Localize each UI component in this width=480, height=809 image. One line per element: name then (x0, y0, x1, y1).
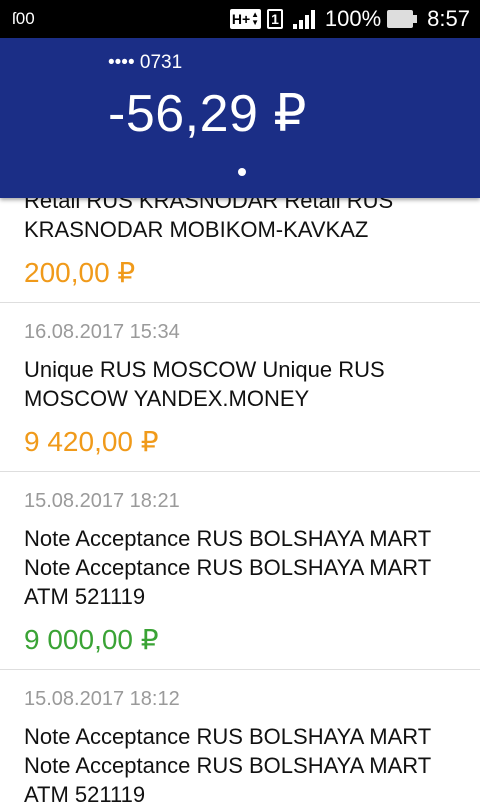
transaction-date: 15.08.2017 18:12 (24, 688, 180, 710)
balance-amount: -56,29 ₽ (108, 85, 307, 143)
sim-slot-label: 1 (271, 11, 279, 27)
page-indicator-dot[interactable] (238, 168, 246, 176)
transaction-item[interactable]: Retail RUS KRASNODAR Retail RUS KRASNODA… (0, 186, 480, 303)
notification-icon: ſ00 (12, 9, 35, 28)
transaction-description: Note Acceptance RUS BOLSHAYA MART Note A… (24, 724, 431, 807)
transaction-description: Note Acceptance RUS BOLSHAYA MART Note A… (24, 526, 431, 609)
clock: 8:57 (427, 6, 470, 31)
transaction-amount: 9 000,00 ₽ (24, 624, 159, 655)
status-right: H+ ▲ ▼ 1 100% 8:57 (229, 6, 470, 32)
status-bar: ſ00 H+ ▲ ▼ 1 100% 8:57 (0, 0, 480, 38)
sim-slot-icon: 1 (267, 9, 283, 29)
network-type-label: H+ (231, 11, 251, 27)
transaction-item[interactable]: 15.08.2017 18:12 Note Acceptance RUS BOL… (0, 670, 480, 809)
transaction-amount: 200,00 ₽ (24, 257, 136, 288)
transaction-date: 15.08.2017 18:21 (24, 490, 180, 512)
account-header[interactable]: •••• 0731 -56,29 ₽ (0, 38, 480, 198)
battery-percent: 100% (324, 6, 382, 31)
status-left: ſ00 (12, 9, 35, 29)
transaction-description: Unique RUS MOSCOW Unique RUS MOSCOW YAND… (24, 357, 385, 411)
battery-icon (387, 10, 418, 28)
card-number: •••• 0731 (108, 52, 183, 73)
transaction-item[interactable]: 15.08.2017 18:21 Note Acceptance RUS BOL… (0, 472, 480, 670)
transaction-item[interactable]: 16.08.2017 15:34 Unique RUS MOSCOW Uniqu… (0, 303, 480, 472)
signal-icon (292, 9, 315, 29)
transaction-amount: 9 420,00 ₽ (24, 426, 159, 457)
data-arrows-icon: ▲ ▼ (251, 10, 260, 27)
transaction-date: 16.08.2017 15:34 (24, 321, 180, 343)
network-type-icon: H+ ▲ ▼ (229, 9, 262, 29)
